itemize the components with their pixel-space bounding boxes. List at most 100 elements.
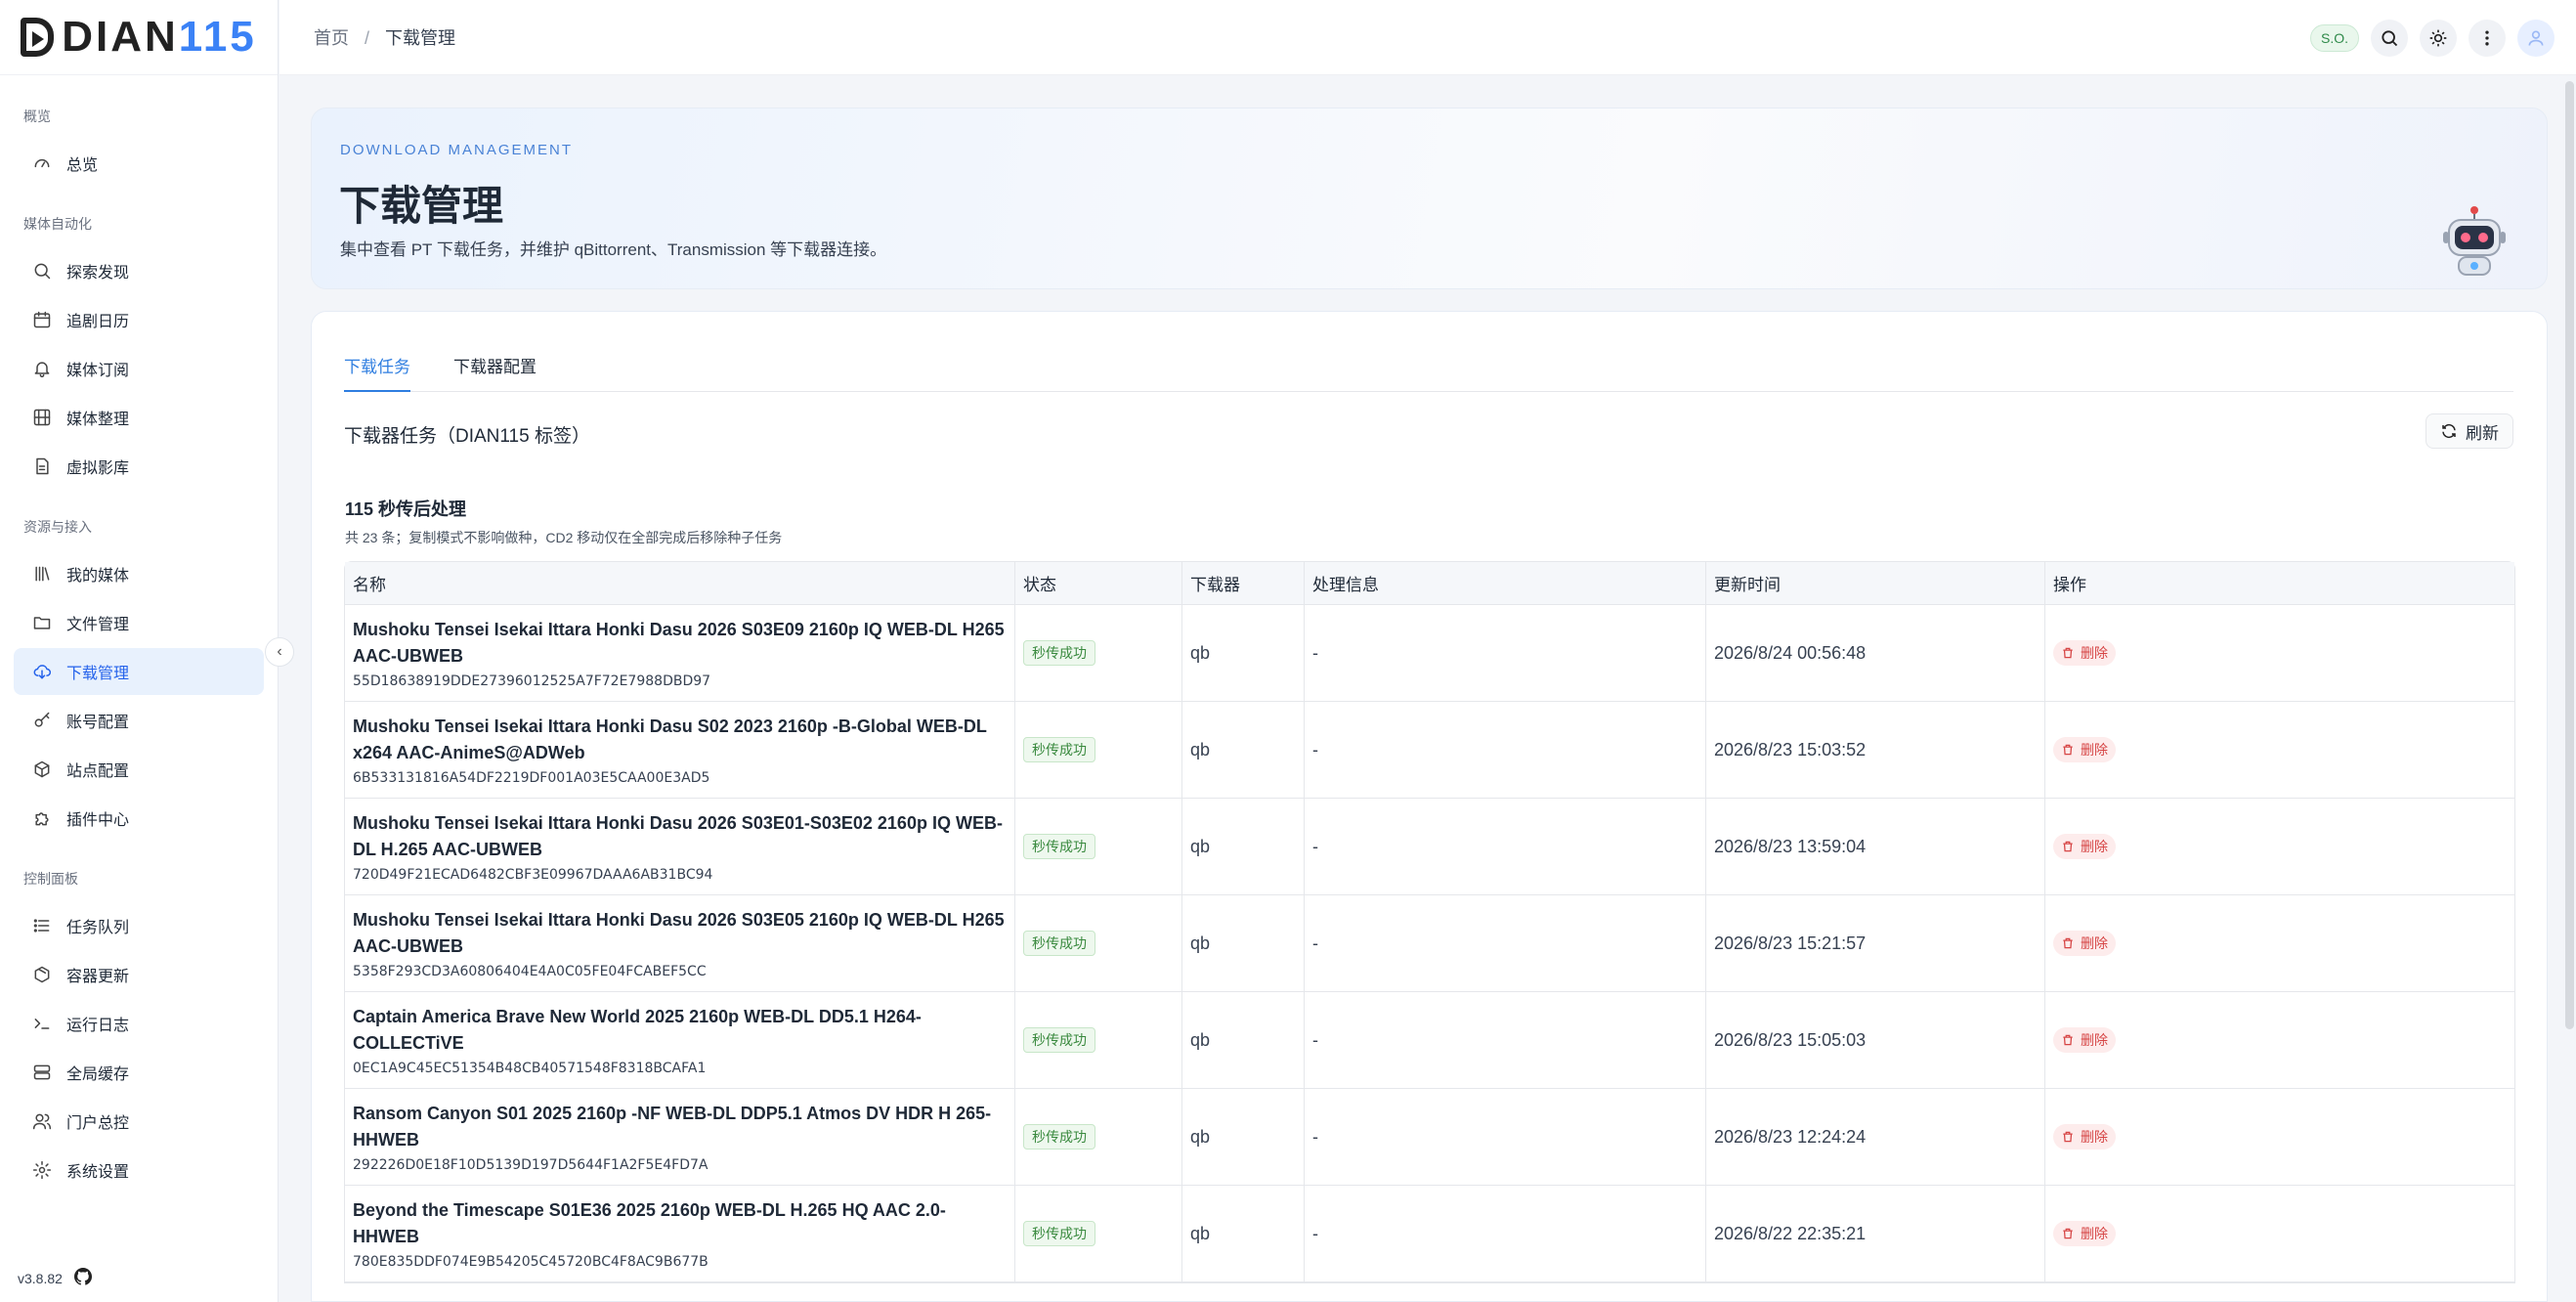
file-icon	[36, 457, 49, 475]
status-badge: 秒传成功	[1023, 1221, 1095, 1246]
delete-button[interactable]: 删除	[2053, 1221, 2116, 1246]
task-hash: 780E835DDF074E9B54205C45720BC4F8AC9B677B	[353, 1254, 708, 1270]
sidebar-item[interactable]: 媒体订阅	[14, 345, 264, 392]
sidebar-item[interactable]: 虚拟影库	[14, 443, 264, 490]
cell-status: 秒传成功	[1015, 895, 1182, 991]
film-icon	[33, 409, 51, 426]
delete-label: 删除	[2081, 935, 2108, 951]
breadcrumb: 首页 / 下载管理	[314, 24, 455, 50]
updated-value: 2026/8/23 12:24:24	[1714, 1126, 1867, 1147]
sidebar-item[interactable]: 探索发现	[14, 247, 264, 294]
delete-button[interactable]: 删除	[2053, 737, 2116, 762]
app-logo[interactable]: DIAN 115	[0, 0, 278, 75]
info-value: -	[1312, 642, 1318, 663]
sidebar-item[interactable]: 门户总控	[14, 1098, 264, 1145]
table-row: Mushoku Tensei Isekai Ittara Honki Dasu …	[345, 895, 2514, 992]
tab-downloader-config[interactable]: 下载器配置	[453, 351, 537, 392]
github-icon[interactable]	[73, 1268, 92, 1288]
cube-icon	[31, 759, 53, 780]
delete-button[interactable]: 删除	[2053, 1124, 2116, 1150]
task-name: Ransom Canyon S01 2025 2160p -NF WEB-DL …	[353, 1104, 992, 1150]
trash-icon	[2063, 744, 2073, 756]
sidebar-item[interactable]: 系统设置	[14, 1147, 264, 1194]
section-title: 下载器任务（DIAN115 标签）	[344, 426, 590, 447]
delete-button[interactable]: 删除	[2053, 640, 2116, 666]
folder-icon	[31, 612, 53, 633]
sidebar: DIAN 115 概览 总览 媒体自动化 探索发现 追剧日历 媒体订阅 媒体整理 虚拟影库 资源与…	[0, 0, 279, 1302]
user-badge[interactable]: S.O.	[2309, 24, 2359, 52]
trash-icon	[2063, 841, 2073, 852]
page-title: 下载管理	[339, 182, 504, 230]
more-menu-button[interactable]	[2469, 20, 2506, 57]
refresh-button[interactable]: 刷新	[2426, 413, 2513, 449]
file-icon	[31, 456, 53, 477]
tab-download-tasks[interactable]: 下载任务	[344, 351, 410, 392]
column-header-updated[interactable]: 更新时间	[1706, 562, 2045, 604]
gear-icon	[31, 1159, 53, 1181]
avatar[interactable]	[2517, 20, 2555, 57]
sidebar-item[interactable]: 我的媒体	[14, 550, 264, 597]
cell-updated: 2026/8/23 15:05:03	[1706, 992, 2045, 1088]
sidebar-item[interactable]: 下载管理	[14, 648, 264, 695]
cell-downloader: qb	[1182, 702, 1305, 798]
sidebar-item[interactable]: 追剧日历	[14, 296, 264, 343]
sidebar-item[interactable]: 站点配置	[14, 746, 264, 793]
info-value: -	[1312, 1029, 1318, 1050]
nav-group-title: 控制面板	[23, 871, 78, 887]
sidebar-item-label: 站点配置	[66, 763, 130, 780]
table-row: Ransom Canyon S01 2025 2160p -NF WEB-DL …	[345, 1089, 2514, 1186]
sun-icon	[2429, 29, 2447, 47]
search-button[interactable]	[2371, 20, 2408, 57]
sidebar-item-label: 账号配置	[66, 715, 130, 731]
page-scrollbar[interactable]	[2562, 75, 2576, 1302]
sidebar-item[interactable]: 账号配置	[14, 697, 264, 744]
cell-updated: 2026/8/23 15:03:52	[1706, 702, 2045, 798]
info-value: -	[1312, 739, 1318, 760]
logo-number: 115	[178, 13, 257, 61]
updated-value: 2026/8/23 13:59:04	[1714, 836, 1867, 856]
downloader-value: qb	[1190, 836, 1211, 856]
download-card: 下载任务 下载器配置 下载器任务（DIAN115 标签） 刷新 115 秒传后处…	[311, 311, 2548, 1302]
delete-button[interactable]: 删除	[2053, 1027, 2116, 1053]
sidebar-item[interactable]: 插件中心	[14, 795, 264, 842]
puzzle-icon	[35, 812, 49, 826]
task-hash: 720D49F21ECAD6482CBF3E09967DAAA6AB31BC94	[353, 867, 713, 883]
delete-button[interactable]: 删除	[2053, 834, 2116, 859]
cell-actions: 删除	[2045, 1186, 2514, 1281]
task-hash: 6B533131816A54DF2219DF001A03E5CAA00E3AD5	[353, 770, 710, 786]
sidebar-item[interactable]: 文件管理	[14, 599, 264, 646]
table-row: Mushoku Tensei Isekai Ittara Honki Dasu …	[345, 702, 2514, 799]
column-header-downloader[interactable]: 下载器	[1182, 562, 1305, 604]
cell-downloader: qb	[1182, 1186, 1305, 1281]
cell-status: 秒传成功	[1015, 799, 1182, 894]
sidebar-item[interactable]: 运行日志	[14, 1000, 264, 1047]
trash-icon	[2063, 1034, 2073, 1046]
column-header-name[interactable]: 名称	[345, 562, 1015, 604]
column-header-status[interactable]: 状态	[1015, 562, 1182, 604]
sidebar-item[interactable]: 全局缓存	[14, 1049, 264, 1096]
sidebar-item[interactable]: 任务队列	[14, 902, 264, 949]
status-badge: 秒传成功	[1023, 1124, 1095, 1150]
updated-value: 2026/8/23 15:21:57	[1714, 933, 1867, 953]
updated-value: 2026/8/23 15:03:52	[1714, 739, 1867, 760]
scrollbar-thumb[interactable]	[2565, 81, 2574, 1029]
breadcrumb-current: 下载管理	[385, 28, 456, 48]
breadcrumb-home[interactable]: 首页	[314, 28, 349, 48]
sidebar-item[interactable]: 总览	[14, 140, 264, 187]
sidebar-item[interactable]: 媒体整理	[14, 394, 264, 441]
task-name: Captain America Brave New World 2025 216…	[353, 1007, 922, 1053]
topbar: 首页 / 下载管理 S.O.	[279, 0, 2576, 75]
page-hero: DOWNLOAD MANAGEMENT 下载管理 集中查看 PT 下载任务，并维…	[311, 108, 2548, 289]
cell-downloader: qb	[1182, 799, 1305, 894]
delete-button[interactable]: 删除	[2053, 931, 2116, 956]
theme-toggle-button[interactable]	[2420, 20, 2457, 57]
task-name: Mushoku Tensei Isekai Ittara Honki Dasu …	[353, 813, 1003, 859]
status-badge: 秒传成功	[1023, 640, 1095, 666]
column-header-info[interactable]: 处理信息	[1305, 562, 1706, 604]
sidebar-item[interactable]: 容器更新	[14, 951, 264, 998]
list-icon	[33, 919, 50, 933]
subsection-description: 共 23 条；复制模式不影响做种，CD2 移动仅在全部完成后移除种子任务	[345, 530, 783, 545]
task-hash: 292226D0E18F10D5139D197D5644F1A2F5E4FD7A	[353, 1157, 708, 1173]
trash-icon	[2063, 1228, 2073, 1239]
sidebar-collapse-button[interactable]: ‹	[265, 637, 294, 667]
